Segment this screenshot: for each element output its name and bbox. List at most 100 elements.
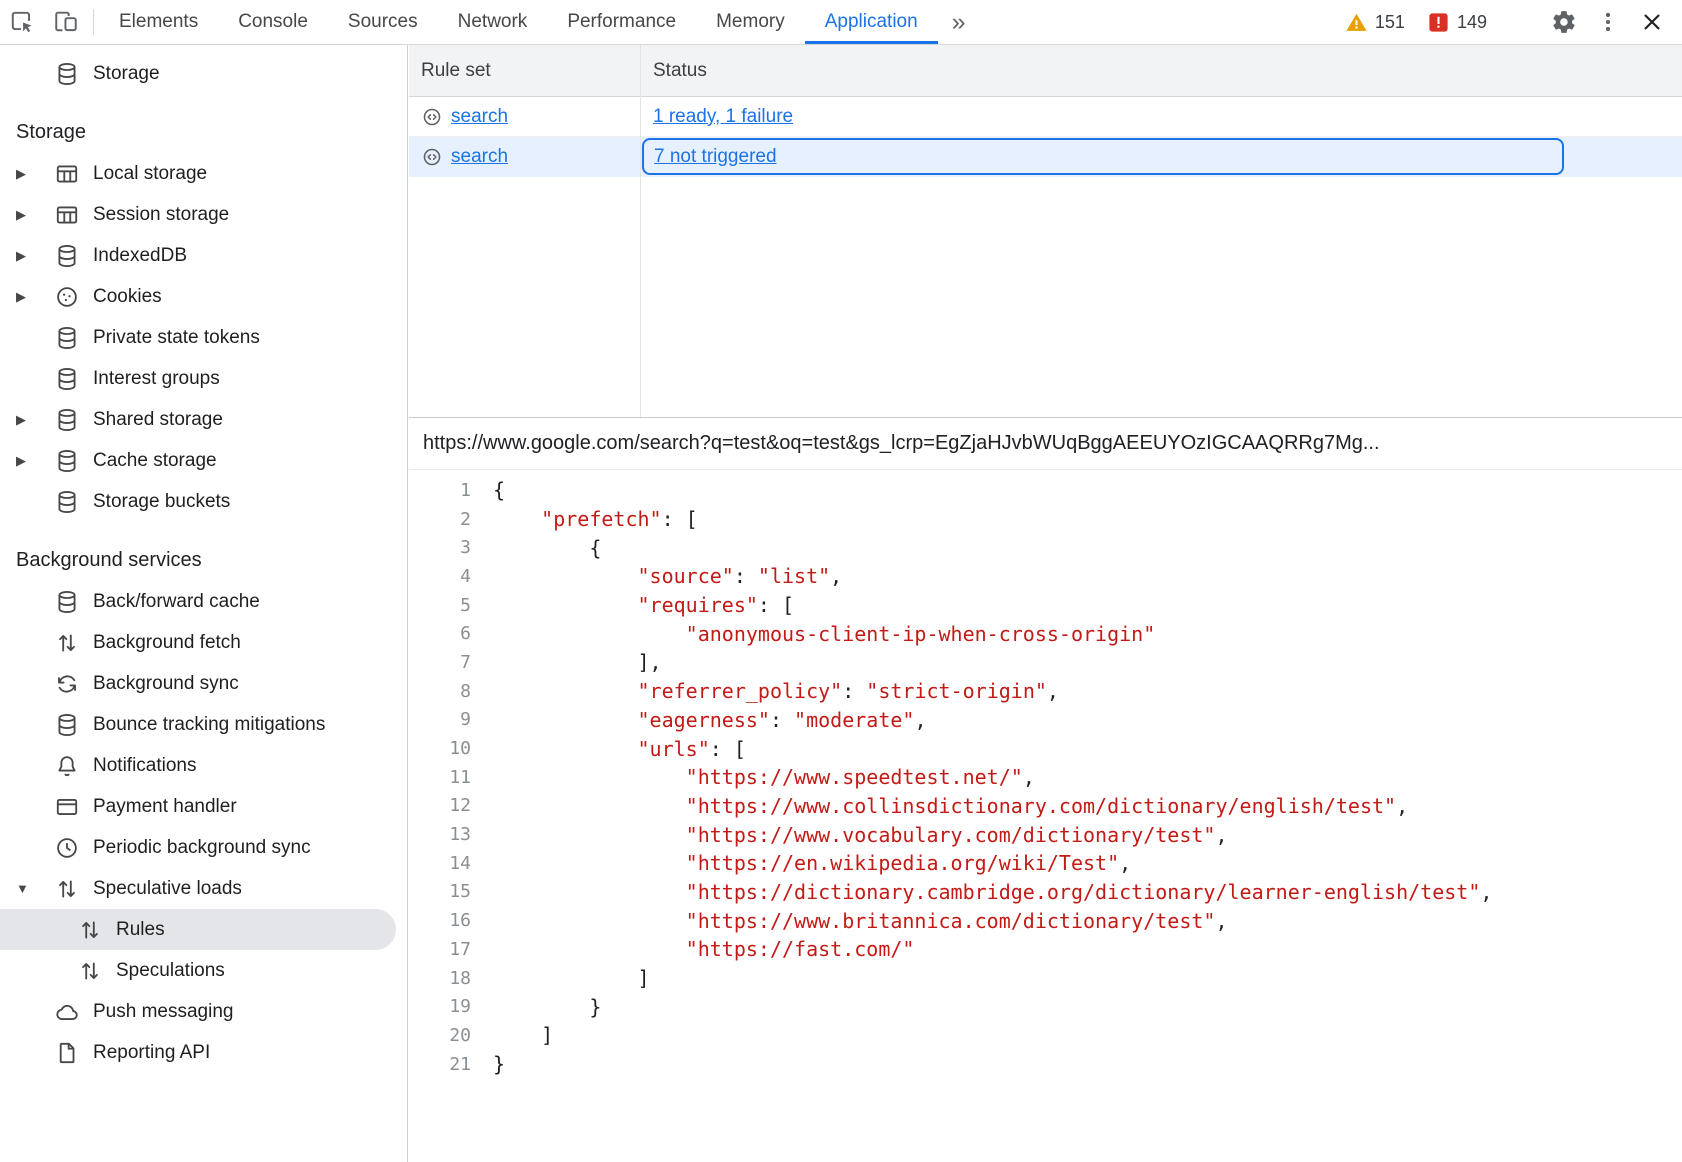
- line-number: 20: [409, 1025, 471, 1046]
- expander-collapsed-icon[interactable]: ▶: [16, 412, 54, 428]
- line-number: 19: [409, 996, 471, 1017]
- sidebar-item-cookies[interactable]: ▶Cookies: [0, 276, 396, 317]
- sidebar-item-label: Rules: [116, 919, 165, 941]
- updown-icon: [54, 876, 80, 902]
- code-line: 8 "referrer_policy": "strict-origin",: [409, 677, 1682, 706]
- sidebar-item-background-fetch[interactable]: Background fetch: [0, 622, 396, 663]
- sidebar-item-label: Interest groups: [93, 368, 220, 390]
- clock-icon: [54, 835, 80, 861]
- sidebar-item-storage-buckets[interactable]: Storage buckets: [0, 481, 396, 522]
- rule-row[interactable]: search 1 ready, 1 failure: [409, 97, 1682, 137]
- tab-application[interactable]: Application: [805, 0, 938, 44]
- sidebar-item-bounce-tracking-mitigations[interactable]: Bounce tracking mitigations: [0, 704, 396, 745]
- settings-gear-icon[interactable]: [1542, 0, 1586, 44]
- sidebar-item-background-sync[interactable]: Background sync: [0, 663, 396, 704]
- table-icon: [54, 202, 80, 228]
- line-number: 12: [409, 795, 471, 816]
- rule-set-source-url[interactable]: https://www.google.com/search?q=test&oq=…: [409, 418, 1682, 470]
- code-line: 17 "https://fast.com/": [409, 935, 1682, 964]
- rule-set-link[interactable]: search: [451, 146, 508, 168]
- rule-set-cell: search: [409, 137, 640, 176]
- device-toolbar-icon[interactable]: [44, 0, 88, 44]
- error-icon: [1427, 11, 1450, 34]
- code-text: "https://www.collinsdictionary.com/dicti…: [471, 794, 1408, 818]
- sidebar-item-speculations[interactable]: Speculations: [0, 950, 396, 991]
- code-text: "source": "list",: [471, 564, 842, 588]
- sidebar-item-label: Storage buckets: [93, 491, 230, 513]
- code-viewer[interactable]: 1{2 "prefetch": [3 {4 "source": "list",5…: [409, 470, 1682, 1162]
- column-header-status: Status: [640, 60, 707, 82]
- sidebar-item-local-storage[interactable]: ▶ Local storage: [0, 153, 396, 194]
- expander-collapsed-icon[interactable]: ▶: [16, 289, 54, 305]
- sidebar-item-storage[interactable]: Storage: [0, 53, 396, 94]
- sidebar-item-speculative-loads[interactable]: ▼Speculative loads: [0, 868, 396, 909]
- code-line: 5 "requires": [: [409, 591, 1682, 620]
- sidebar-item-payment-handler[interactable]: Payment handler: [0, 786, 396, 827]
- code-line: 10 "urls": [: [409, 734, 1682, 763]
- sidebar-item-private-state-tokens[interactable]: Private state tokens: [0, 317, 396, 358]
- status-cell[interactable]: 1 ready, 1 failure: [640, 97, 1682, 136]
- code-text: "https://fast.com/": [471, 937, 914, 961]
- rule-row[interactable]: search 7 not triggered: [409, 137, 1682, 177]
- sidebar-item-periodic-background-sync[interactable]: Periodic background sync: [0, 827, 396, 868]
- sidebar-item-session-storage[interactable]: ▶ Session storage: [0, 194, 396, 235]
- rule-set-link[interactable]: search: [451, 106, 508, 128]
- sidebar-item-label: Reporting API: [93, 1042, 210, 1064]
- inspect-element-icon[interactable]: [0, 0, 44, 44]
- code-line: 9 "eagerness": "moderate",: [409, 706, 1682, 735]
- tab-console[interactable]: Console: [218, 0, 328, 44]
- close-devtools-icon[interactable]: [1630, 0, 1674, 44]
- line-number: 9: [409, 709, 471, 730]
- sidebar-item-push-messaging[interactable]: Push messaging: [0, 991, 396, 1032]
- line-number: 21: [409, 1054, 471, 1075]
- code-text: "https://dictionary.cambridge.org/dictio…: [471, 880, 1492, 904]
- status-cell[interactable]: 7 not triggered: [642, 138, 1564, 175]
- code-line: 6 "anonymous-client-ip-when-cross-origin…: [409, 619, 1682, 648]
- sidebar-item-cache-storage[interactable]: ▶Cache storage: [0, 440, 396, 481]
- line-number: 10: [409, 738, 471, 759]
- code-line: 15 "https://dictionary.cambridge.org/dic…: [409, 878, 1682, 907]
- tab-performance[interactable]: Performance: [547, 0, 696, 44]
- column-header-rule-set: Rule set: [409, 60, 640, 82]
- sidebar-tree: Storage Storage ▶ Local storage ▶ Session sto…: [0, 53, 407, 1073]
- sidebar-item-rules[interactable]: Rules: [0, 909, 396, 950]
- sidebar-item-label: Session storage: [93, 204, 229, 226]
- section-header-storage: Storage: [0, 112, 407, 153]
- code-text: "eagerness": "moderate",: [471, 708, 927, 732]
- tab-memory[interactable]: Memory: [696, 0, 805, 44]
- issues-badge[interactable]: 149: [1416, 0, 1498, 44]
- tab-network[interactable]: Network: [438, 0, 548, 44]
- sidebar-item-label: Background sync: [93, 673, 239, 695]
- code-line: 14 "https://en.wikipedia.org/wiki/Test",: [409, 849, 1682, 878]
- sidebar-item-notifications[interactable]: Notifications: [0, 745, 396, 786]
- warnings-badge[interactable]: 151: [1334, 0, 1416, 44]
- section-header-background-services: Background services: [0, 540, 407, 581]
- expander-collapsed-icon[interactable]: ▶: [16, 248, 54, 264]
- database-icon: [54, 325, 80, 351]
- issue-count: 149: [1457, 12, 1487, 33]
- sidebar-item-label: Push messaging: [93, 1001, 233, 1023]
- line-number: 16: [409, 910, 471, 931]
- code-text: "https://en.wikipedia.org/wiki/Test",: [471, 851, 1131, 875]
- more-tabs-button[interactable]: »: [938, 0, 980, 44]
- sidebar-item-indexeddb[interactable]: ▶IndexedDB: [0, 235, 396, 276]
- sidebar-item-reporting-api[interactable]: Reporting API: [0, 1032, 396, 1073]
- sidebar-item-label: Notifications: [93, 755, 197, 777]
- rules-panel: Rule set Status search 1 ready, 1 failure…: [409, 45, 1682, 417]
- expander-collapsed-icon[interactable]: ▶: [16, 453, 54, 469]
- kebab-menu-icon[interactable]: [1586, 0, 1630, 44]
- expander-collapsed-icon[interactable]: ▶: [16, 166, 54, 182]
- expander-expanded-icon[interactable]: ▼: [16, 881, 54, 896]
- sidebar-item-back-forward-cache[interactable]: Back/forward cache: [0, 581, 396, 622]
- code-line: 12 "https://www.collinsdictionary.com/di…: [409, 792, 1682, 821]
- tab-elements[interactable]: Elements: [99, 0, 218, 44]
- sidebar-item-interest-groups[interactable]: Interest groups: [0, 358, 396, 399]
- status-link[interactable]: 7 not triggered: [654, 146, 777, 168]
- expander-collapsed-icon[interactable]: ▶: [16, 207, 54, 223]
- status-link[interactable]: 1 ready, 1 failure: [653, 106, 793, 128]
- sidebar-item-shared-storage[interactable]: ▶Shared storage: [0, 399, 396, 440]
- sidebar-item-label: Local storage: [93, 163, 207, 185]
- line-number: 18: [409, 968, 471, 989]
- tab-sources[interactable]: Sources: [328, 0, 438, 44]
- code-line: 19 }: [409, 992, 1682, 1021]
